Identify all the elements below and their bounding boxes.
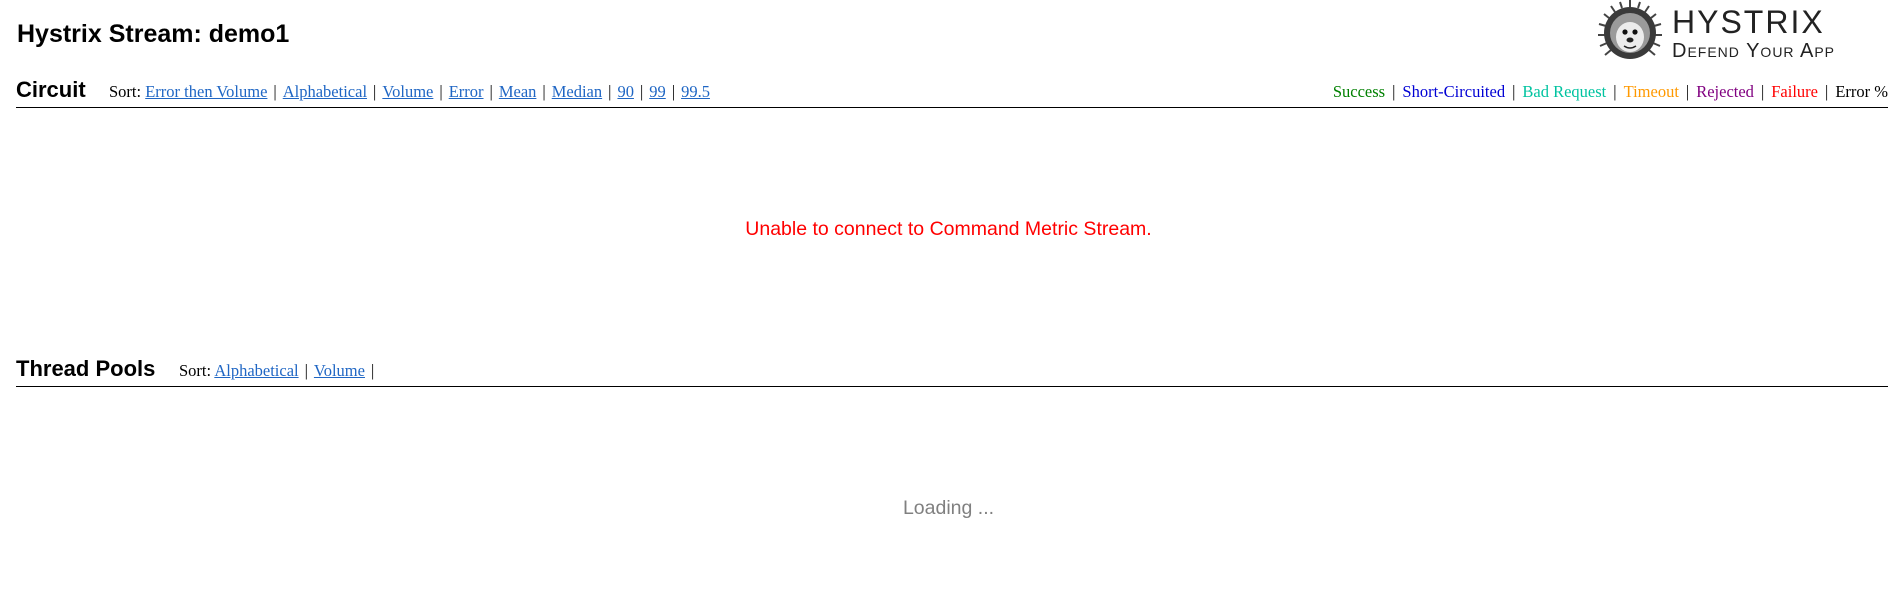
legend-success: Success	[1332, 82, 1386, 101]
sort-alphabetical-link[interactable]: Alphabetical	[283, 82, 367, 101]
circuit-sort: Sort: Error then Volume | Alphabetical | Vol…	[109, 82, 710, 101]
legend-timeout: Timeout	[1623, 82, 1679, 101]
legend-failure: Failure	[1771, 82, 1818, 101]
legend-rejected: Rejected	[1696, 82, 1754, 101]
thread-pools-header: Thread Pools Sort: Alphabetical | Volume |	[16, 356, 1888, 387]
legend-short-circuited: Short-Circuited	[1402, 82, 1506, 101]
sort-label: Sort:	[179, 361, 212, 380]
sort-label: Sort:	[109, 82, 142, 101]
sort-90-link[interactable]: 90	[617, 82, 634, 101]
sort-99-link[interactable]: 99	[649, 82, 666, 101]
sort-volume-link[interactable]: Volume	[382, 82, 433, 101]
circuit-title: Circuit	[16, 77, 86, 102]
page-title: Hystrix Stream: demo1	[17, 20, 290, 48]
circuit-header: Circuit Sort: Error then Volume | Alphabet…	[16, 77, 1888, 108]
logo-name: Hystrix	[1672, 4, 1825, 40]
legend-bad-request: Bad Request	[1522, 82, 1607, 101]
legend-error-percent: Error %	[1835, 82, 1888, 101]
pool-sort-volume-link[interactable]: Volume	[314, 361, 365, 380]
sort-99-5-link[interactable]: 99.5	[681, 82, 710, 101]
sort-error-link[interactable]: Error	[449, 82, 484, 101]
thread-pools-sort: Sort: Alphabetical | Volume |	[179, 361, 375, 380]
thread-pools-loading-message: Loading ...	[902, 497, 995, 519]
logo-tagline: Defend Your App	[1672, 40, 1836, 62]
thread-pools-title: Thread Pools	[16, 356, 156, 381]
sort-mean-link[interactable]: Mean	[499, 82, 537, 101]
sort-error-then-volume-link[interactable]: Error then Volume	[145, 82, 267, 101]
circuit-error-message: Unable to connect to Command Metric Stre…	[745, 218, 1152, 240]
pool-sort-alphabetical-link[interactable]: Alphabetical	[214, 361, 298, 380]
sort-median-link[interactable]: Median	[552, 82, 602, 101]
status-legend: Success | Short-Circuited | Bad Request | Time…	[1332, 82, 1888, 101]
